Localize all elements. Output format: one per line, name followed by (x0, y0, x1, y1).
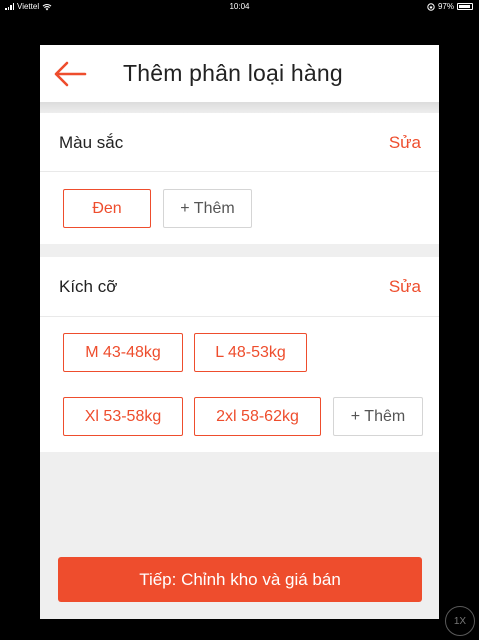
back-button[interactable] (52, 59, 88, 89)
page-title: Thêm phân loại hàng (123, 60, 343, 86)
color-section: Màu sắc Sửa Đen + Thêm (40, 113, 439, 244)
size-edit-link[interactable]: Sửa (389, 277, 421, 297)
battery-icon (457, 3, 473, 10)
color-edit-link[interactable]: Sửa (389, 133, 421, 153)
arrow-left-icon (54, 61, 87, 87)
size-section-title: Kích cỡ (59, 277, 118, 296)
size-section: Kích cỡ Sửa M 43-48kg L 48-53kg Xl 53-58… (40, 257, 439, 452)
divider (40, 316, 439, 317)
size-chip-2xl[interactable]: 2xl 58-62kg (194, 397, 321, 436)
status-bar: Viettel 10:04 97% (0, 0, 479, 14)
header: Thêm phân loại hàng (40, 45, 439, 102)
divider (40, 171, 439, 172)
next-button[interactable]: Tiếp: Chỉnh kho và giá bán (58, 557, 422, 602)
add-size-button[interactable]: + Thêm (333, 397, 423, 436)
size-chip-xl[interactable]: Xl 53-58kg (63, 397, 183, 436)
rotation-lock-icon (427, 2, 435, 11)
status-right: 97% (427, 2, 473, 11)
size-chip-m[interactable]: M 43-48kg (63, 333, 183, 372)
add-color-button[interactable]: + Thêm (163, 189, 252, 228)
battery-percent: 97% (437, 2, 454, 11)
status-time: 10:04 (229, 2, 250, 11)
app-window: Thêm phân loại hàng Màu sắc Sửa Đen + Th… (40, 45, 439, 619)
color-chip-den[interactable]: Đen (63, 189, 151, 228)
color-section-title: Màu sắc (59, 133, 124, 152)
size-chip-l[interactable]: L 48-53kg (194, 333, 307, 372)
zoom-badge[interactable]: 1X (445, 606, 475, 636)
